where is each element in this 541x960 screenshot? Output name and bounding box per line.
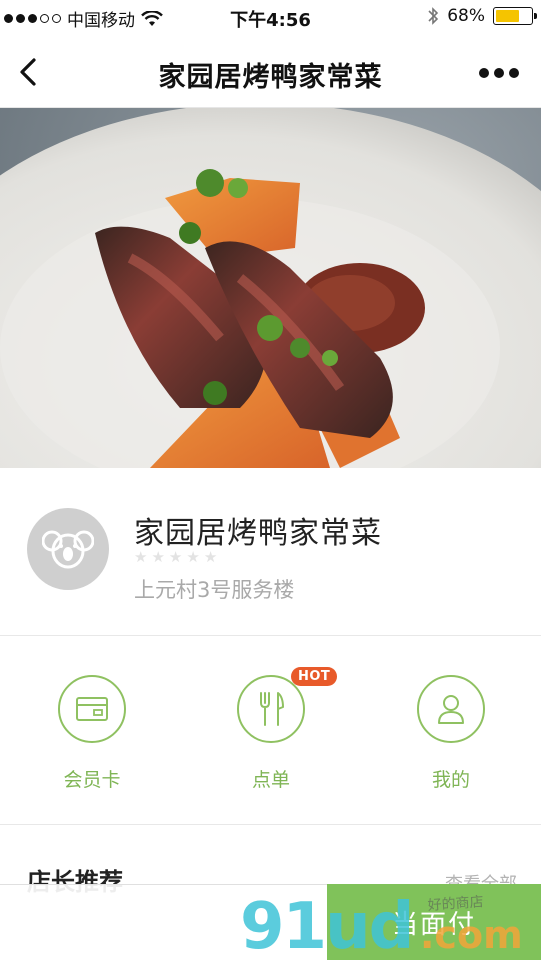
battery-icon bbox=[493, 7, 537, 25]
profile-label: 我的 bbox=[431, 769, 470, 791]
user-icon bbox=[438, 695, 464, 724]
fork-knife-icon bbox=[260, 692, 284, 726]
card-icon bbox=[76, 697, 108, 721]
order-button[interactable]: HOT 点单 bbox=[211, 667, 338, 792]
nav-bar: 家园居烤鸭家常菜 bbox=[0, 36, 541, 108]
hot-badge: HOT bbox=[291, 667, 338, 686]
pay-in-person-button[interactable]: 当面付 bbox=[327, 884, 541, 960]
star-icon: ★ bbox=[134, 548, 148, 566]
shop-name: 家园居烤鸭家常菜 bbox=[134, 516, 382, 551]
avatar[interactable] bbox=[27, 508, 109, 590]
bottom-bar-left bbox=[0, 884, 327, 960]
member-card-button[interactable]: 会员卡 bbox=[32, 675, 152, 792]
status-right: 68% bbox=[427, 6, 537, 26]
bottom-bar: 当面付 bbox=[0, 884, 541, 960]
order-circle: HOT bbox=[237, 667, 338, 743]
profile-circle bbox=[417, 675, 485, 743]
bluetooth-icon bbox=[428, 7, 439, 25]
star-icon: ★ bbox=[186, 548, 200, 566]
member-card-label: 会员卡 bbox=[63, 769, 121, 791]
koala-icon bbox=[42, 530, 94, 569]
order-label: 点单 bbox=[251, 769, 290, 791]
rating-stars: ★ ★ ★ ★ ★ bbox=[134, 548, 217, 566]
status-bar: 中国移动 下午4:56 68% bbox=[0, 0, 541, 36]
page-title: 家园居烤鸭家常菜 bbox=[158, 62, 383, 93]
shop-info-section: 家园居烤鸭家常菜 ★ ★ ★ ★ ★ 上元村3号服务楼 bbox=[0, 468, 541, 636]
member-card-circle bbox=[58, 675, 126, 743]
star-icon: ★ bbox=[203, 548, 218, 566]
food-photo bbox=[0, 108, 541, 468]
action-grid: 会员卡 HOT 点单 我的 bbox=[0, 637, 541, 825]
more-dots-icon[interactable] bbox=[479, 68, 519, 78]
star-icon: ★ bbox=[168, 548, 183, 566]
profile-button[interactable]: 我的 bbox=[391, 675, 511, 792]
battery-level-fill bbox=[496, 10, 520, 22]
shop-address: 上元村3号服务楼 bbox=[134, 578, 295, 602]
battery-percent: 68% bbox=[447, 6, 485, 26]
star-icon: ★ bbox=[151, 548, 165, 566]
hero-image bbox=[0, 108, 541, 468]
